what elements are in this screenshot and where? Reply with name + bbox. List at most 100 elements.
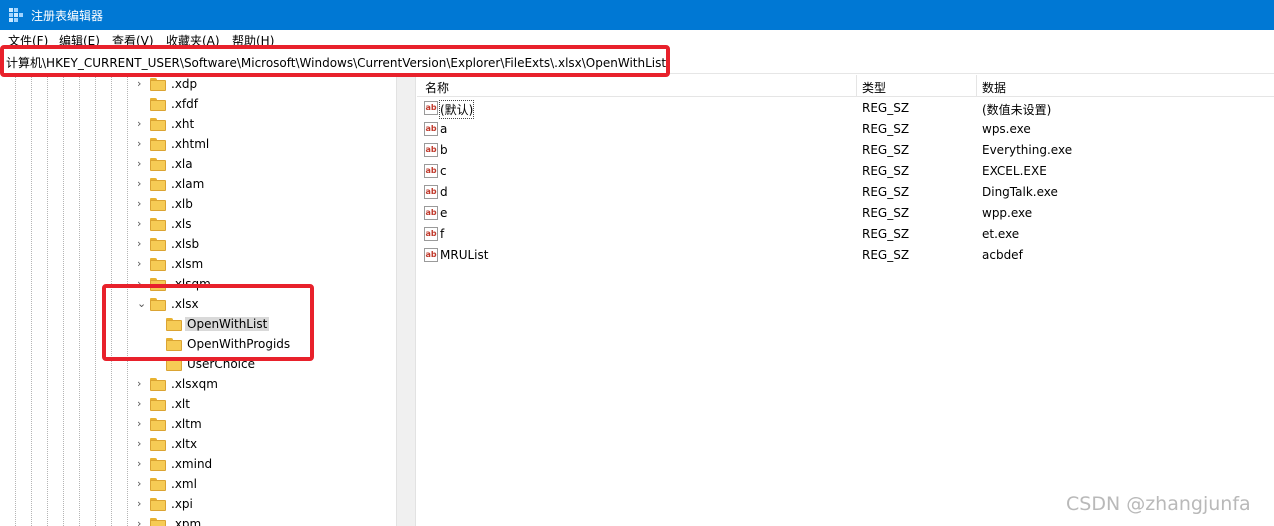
column-name-header[interactable]: 名称 — [425, 79, 449, 96]
value-data: EXCEL.EXE — [982, 164, 1047, 178]
value-data: wpp.exe — [982, 206, 1033, 220]
tree-item-openwithprogids[interactable]: OpenWithProgids — [0, 335, 396, 355]
tree-item-label: .xlsxqm — [171, 377, 218, 391]
value-row[interactable]: ab c REG_SZ EXCEL.EXE — [417, 161, 1274, 182]
chevron-right-icon[interactable]: › — [137, 438, 147, 450]
value-name: d — [440, 185, 448, 199]
value-type: REG_SZ — [862, 122, 910, 136]
tree-item-label: OpenWithProgids — [187, 337, 291, 351]
value-row[interactable]: ab f REG_SZ et.exe — [417, 224, 1274, 245]
value-row[interactable]: ab e REG_SZ wpp.exe — [417, 203, 1274, 224]
tree-item[interactable]: › .xlam — [0, 175, 396, 195]
folder-icon — [150, 458, 166, 471]
chevron-right-icon[interactable]: › — [137, 278, 147, 290]
column-type-header[interactable]: 类型 — [862, 79, 886, 96]
menu-view[interactable]: 查看(V) — [112, 32, 154, 48]
value-data: wps.exe — [982, 122, 1031, 136]
tree-scrollbar[interactable] — [396, 75, 416, 526]
tree-item[interactable]: › .xhtml — [0, 135, 396, 155]
tree-item[interactable]: › .xml — [0, 475, 396, 495]
tree-item-userchoice[interactable]: UserChoice — [0, 355, 396, 375]
menu-bar: 文件(F) 编辑(E) 查看(V) 收藏夹(A) 帮助(H) — [0, 30, 1274, 48]
value-type: REG_SZ — [862, 185, 910, 199]
tree-item[interactable]: › .xlsqm — [0, 275, 396, 295]
value-row[interactable]: ab (默认) REG_SZ (数值未设置) — [417, 98, 1274, 119]
folder-icon — [150, 398, 166, 411]
folder-icon — [150, 118, 166, 131]
tree-item-label: .xltx — [171, 437, 198, 451]
value-row[interactable]: ab d REG_SZ DingTalk.exe — [417, 182, 1274, 203]
tree-item[interactable]: › .xls — [0, 215, 396, 235]
chevron-right-icon[interactable]: › — [137, 258, 147, 270]
tree-item[interactable]: › .xltm — [0, 415, 396, 435]
tree-item-label: .xlt — [171, 397, 190, 411]
chevron-right-icon[interactable]: › — [137, 158, 147, 170]
tree-item[interactable]: › .xht — [0, 115, 396, 135]
tree-item-label: .xlb — [171, 197, 193, 211]
value-row[interactable]: ab a REG_SZ wps.exe — [417, 119, 1274, 140]
column-data-header[interactable]: 数据 — [982, 79, 1006, 96]
folder-icon — [150, 478, 166, 491]
key-tree[interactable]: › .xdp .xfdf › .xht › .xhtml › .xla › .x… — [0, 75, 396, 526]
value-row[interactable]: ab MRUList REG_SZ acbdef — [417, 245, 1274, 266]
chevron-right-icon[interactable]: › — [137, 398, 147, 410]
tree-item-label: .xlsx — [171, 297, 199, 311]
folder-icon — [150, 278, 166, 291]
chevron-right-icon[interactable]: › — [137, 238, 147, 250]
tree-item-label: .xdp — [171, 77, 198, 91]
value-row[interactable]: ab b REG_SZ Everything.exe — [417, 140, 1274, 161]
folder-icon — [150, 178, 166, 191]
folder-icon — [166, 338, 182, 351]
menu-file[interactable]: 文件(F) — [8, 32, 48, 48]
chevron-right-icon[interactable]: › — [137, 198, 147, 210]
address-bar[interactable]: 计算机\HKEY_CURRENT_USER\Software\Microsoft… — [0, 50, 1274, 74]
value-name: e — [440, 206, 448, 220]
tree-item-label: .xfdf — [171, 97, 198, 111]
menu-help[interactable]: 帮助(H) — [232, 32, 274, 48]
chevron-right-icon[interactable]: › — [137, 178, 147, 190]
value-data: (数值未设置) — [982, 103, 1052, 117]
tree-item[interactable]: .xfdf — [0, 95, 396, 115]
folder-icon — [150, 218, 166, 231]
address-path[interactable]: 计算机\HKEY_CURRENT_USER\Software\Microsoft… — [6, 54, 666, 71]
value-name: f — [440, 227, 445, 241]
chevron-right-icon[interactable]: › — [137, 498, 147, 510]
value-data: DingTalk.exe — [982, 185, 1058, 199]
column-divider[interactable] — [856, 75, 857, 97]
menu-edit[interactable]: 编辑(E) — [59, 32, 100, 48]
tree-item[interactable]: › .xlsb — [0, 235, 396, 255]
value-type: REG_SZ — [862, 248, 910, 262]
chevron-down-icon[interactable]: ⌄ — [137, 298, 147, 310]
chevron-right-icon[interactable]: › — [137, 518, 147, 526]
tree-item[interactable]: › .xmind — [0, 455, 396, 475]
tree-item[interactable]: › .xltx — [0, 435, 396, 455]
chevron-right-icon[interactable]: › — [137, 478, 147, 490]
menu-favorites[interactable]: 收藏夹(A) — [166, 32, 220, 48]
tree-item[interactable]: › .xlt — [0, 395, 396, 415]
tree-item[interactable]: › .xlb — [0, 195, 396, 215]
folder-icon — [150, 498, 166, 511]
chevron-right-icon[interactable]: › — [137, 378, 147, 390]
column-divider[interactable] — [976, 75, 977, 97]
tree-item[interactable]: › .xlsm — [0, 255, 396, 275]
tree-item[interactable]: › .xlsxqm — [0, 375, 396, 395]
tree-item[interactable]: › .xla — [0, 155, 396, 175]
tree-item-label: .xlsqm — [171, 277, 211, 291]
value-type: REG_SZ — [862, 227, 910, 241]
value-name: c — [440, 164, 447, 178]
tree-item-xlsx[interactable]: ⌄ .xlsx — [0, 295, 396, 315]
tree-item-label: .xmind — [171, 457, 213, 471]
tree-item-openwithlist[interactable]: OpenWithList — [0, 315, 396, 335]
tree-item[interactable]: › .xpi — [0, 495, 396, 515]
chevron-right-icon[interactable]: › — [137, 138, 147, 150]
tree-item[interactable]: › .xpm — [0, 515, 396, 526]
values-list[interactable]: 名称 类型 数据 ab (默认) REG_SZ (数值未设置) ab a REG… — [417, 75, 1274, 526]
chevron-right-icon[interactable]: › — [137, 118, 147, 130]
chevron-right-icon[interactable]: › — [137, 218, 147, 230]
tree-item[interactable]: › .xdp — [0, 75, 396, 95]
chevron-right-icon[interactable]: › — [137, 418, 147, 430]
value-name: (默认) — [438, 100, 475, 119]
chevron-right-icon[interactable]: › — [137, 78, 147, 90]
chevron-right-icon[interactable]: › — [137, 458, 147, 470]
tree-item-label: .xml — [171, 477, 197, 491]
